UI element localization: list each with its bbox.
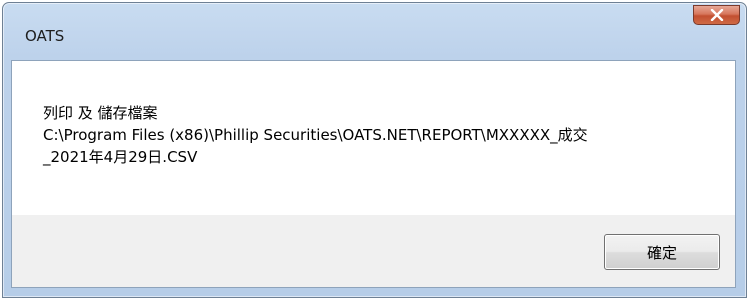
message-text: 列印 及 儲存檔案 C:\Program Files (x86)\Phillip… (43, 102, 723, 168)
message-line-3: _2021年4月29日.CSV (43, 148, 198, 166)
dialog-client-area: 列印 及 儲存檔案 C:\Program Files (x86)\Phillip… (11, 60, 736, 288)
close-button[interactable] (693, 5, 740, 25)
message-dialog-window: OATS 列印 及 儲存檔案 C:\Program Files (x86)\Ph… (2, 2, 747, 298)
title-bar[interactable]: OATS (3, 3, 746, 61)
message-line-1: 列印 及 儲存檔案 (43, 104, 158, 122)
window-title: OATS (25, 27, 65, 45)
message-line-2: C:\Program Files (x86)\Phillip Securitie… (43, 126, 588, 144)
ok-button[interactable]: 確定 (604, 234, 720, 270)
close-icon (710, 9, 723, 21)
message-panel: 列印 及 儲存檔案 C:\Program Files (x86)\Phillip… (12, 61, 735, 215)
